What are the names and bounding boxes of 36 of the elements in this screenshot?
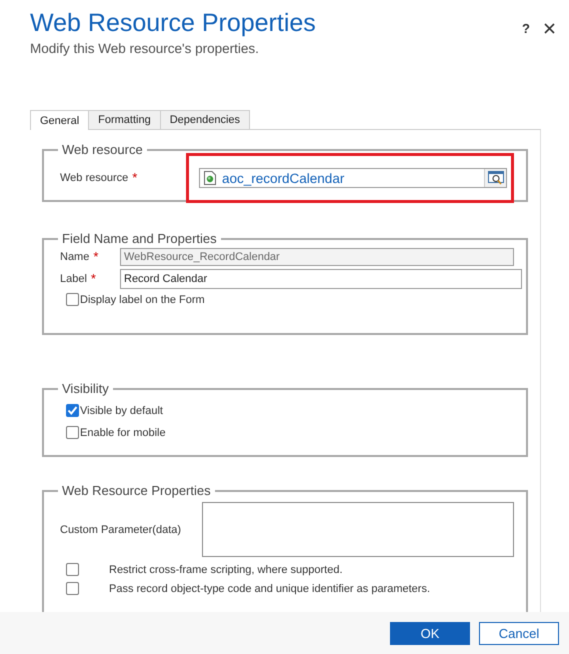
lookup-button[interactable] xyxy=(484,169,506,187)
parameter-field[interactable] xyxy=(202,502,514,557)
section-title: Web Resource Properties xyxy=(61,483,212,498)
required-mark: * xyxy=(93,251,98,263)
field-label: Custom Parameter(data) xyxy=(60,524,182,536)
checkbox[interactable] xyxy=(66,426,79,439)
cancel-button[interactable]: Cancel xyxy=(479,622,559,644)
section-title: Web resource xyxy=(61,142,144,157)
checkbox-label: Pass record object-type code and unique identifier as parameters. xyxy=(109,582,430,594)
field-label: Name xyxy=(60,251,90,263)
field-label: Web resource xyxy=(60,172,128,184)
lookup-field[interactable]: aoc_recordCalendar xyxy=(199,168,507,188)
checkbox-label: Visible by default xyxy=(80,404,163,416)
checkbox[interactable] xyxy=(66,293,79,306)
tab[interactable]: General xyxy=(30,110,90,130)
ok-button[interactable]: OK xyxy=(390,622,470,644)
tab[interactable]: Dependencies xyxy=(160,110,250,129)
section-title: Visibility xyxy=(61,381,110,396)
required-mark: * xyxy=(132,172,138,184)
field-label: Label xyxy=(60,273,87,285)
checkbox-label: Display label on the Form xyxy=(80,294,205,306)
dialog-subtitle: Modify this Web resource's properties. xyxy=(30,40,260,58)
lookup-value[interactable]: aoc_recordCalendar xyxy=(222,170,484,186)
required-mark: * xyxy=(90,273,96,285)
dialog-title: Web Resource Properties xyxy=(30,8,316,38)
checkbox[interactable] xyxy=(66,404,79,417)
checkbox-label: Restrict cross-frame scripting, where supported. xyxy=(109,564,343,576)
checkbox[interactable] xyxy=(66,582,79,595)
tab[interactable]: Formatting xyxy=(88,110,161,129)
checkbox[interactable] xyxy=(66,563,79,576)
checkbox-label: Enable for mobile xyxy=(80,426,166,438)
web-page-icon xyxy=(204,171,216,185)
text-field[interactable]: Record Calendar xyxy=(120,269,522,289)
section-title: Field Name and Properties xyxy=(61,231,218,246)
close-button[interactable] xyxy=(542,20,557,36)
help-button[interactable]: ? xyxy=(520,20,532,36)
